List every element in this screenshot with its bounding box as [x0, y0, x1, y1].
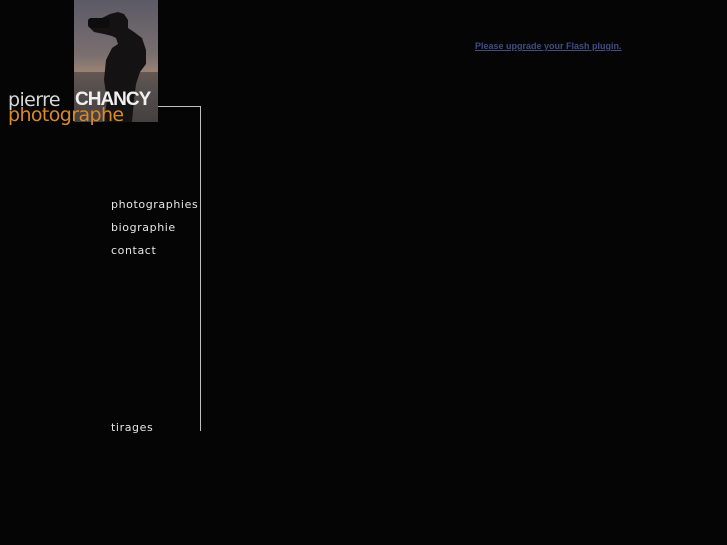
- nav-item-photographies[interactable]: photographies: [111, 198, 198, 211]
- divider-vertical: [200, 106, 201, 431]
- flash-upgrade-link[interactable]: Please upgrade your Flash plugin.: [475, 41, 622, 51]
- nav-item-tirages[interactable]: tirages: [111, 421, 153, 434]
- brand-logo: pierre CHANCY photographe: [8, 88, 198, 128]
- brand-role: photographe: [8, 104, 124, 126]
- nav-item-biographie[interactable]: biographie: [111, 221, 176, 234]
- divider-horizontal: [158, 106, 201, 107]
- nav-item-contact[interactable]: contact: [111, 244, 156, 257]
